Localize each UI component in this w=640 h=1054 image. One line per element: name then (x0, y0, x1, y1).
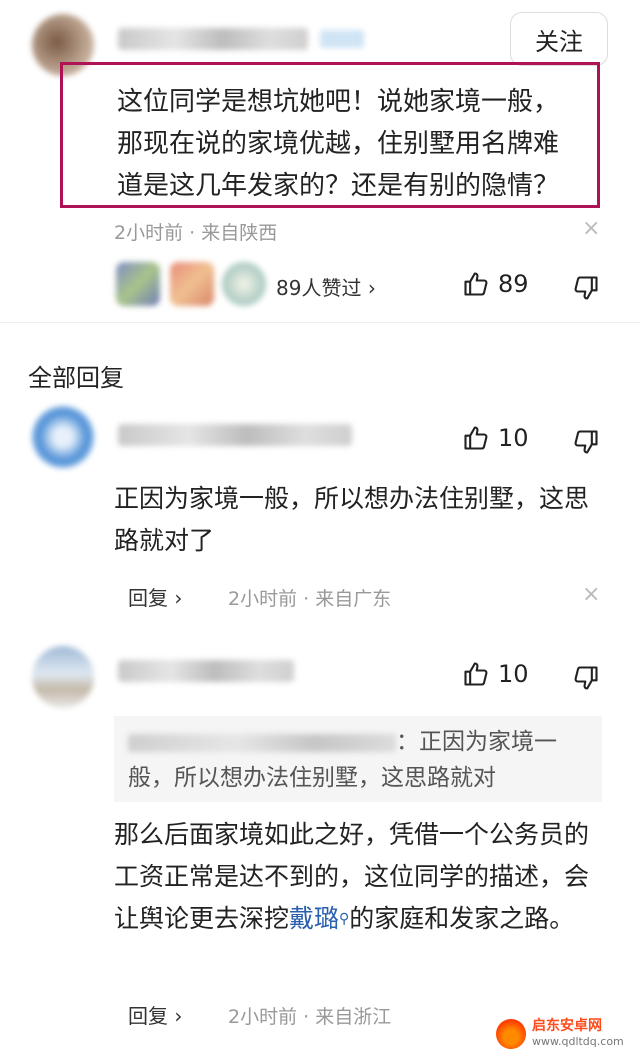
divider (0, 322, 640, 323)
thumbs-up-icon[interactable] (462, 424, 490, 452)
watermark-name: 启东安卓网 (532, 1018, 602, 1034)
reply-meta: 2小时前 · 来自浙江 (228, 1002, 391, 1029)
meta-separator: · (189, 222, 196, 244)
comment-time: 2小时前 (228, 1006, 298, 1028)
watermark-url: www.qdltdq.com (532, 1035, 624, 1048)
user-badge (320, 30, 364, 48)
reply-text-part: 的家庭和发家之路。 (349, 904, 575, 933)
comment-location: 来自浙江 (315, 1006, 392, 1028)
logo-icon (496, 1019, 526, 1049)
comment-location: 来自陕西 (201, 222, 278, 244)
follow-button[interactable]: 关注 (510, 12, 608, 66)
quoted-username (128, 733, 396, 752)
quoted-reply[interactable]: ：正因为家境一般，所以想办法住别墅，这思路就对 (114, 716, 602, 802)
reply-username[interactable] (118, 660, 294, 682)
comment-time: 2小时前 (114, 222, 184, 244)
reply-username[interactable] (118, 424, 352, 446)
thumbs-down-icon[interactable] (572, 664, 600, 692)
search-icon[interactable]: ⚲ (339, 911, 349, 927)
thumbs-up-icon[interactable] (462, 270, 490, 298)
close-icon[interactable]: × (582, 582, 600, 607)
liker-avatar[interactable] (170, 262, 214, 306)
liker-avatar[interactable] (116, 262, 160, 306)
like-count: 89 (498, 270, 529, 298)
reply-meta: 2小时前 · 来自广东 (228, 584, 391, 611)
close-icon[interactable]: × (582, 216, 600, 241)
reply-text: 正因为家境一般，所以想办法住别墅，这思路就对了 (114, 484, 590, 555)
chevron-right-icon: › (367, 276, 376, 300)
like-count: 10 (498, 424, 529, 452)
reply-button[interactable]: 回复 › (128, 582, 182, 611)
search-link[interactable]: 戴璐 (289, 904, 339, 933)
site-watermark: 启东安卓网 www.qdltdq.com (496, 1014, 640, 1054)
reply-button[interactable]: 回复 › (128, 1000, 182, 1029)
like-count: 10 (498, 660, 529, 688)
meta-separator: · (303, 588, 310, 610)
meta-separator: · (303, 1006, 310, 1028)
top-username[interactable] (118, 28, 308, 50)
thumbs-up-icon[interactable] (462, 660, 490, 688)
likers-count-text: 89人赞过 (276, 276, 362, 300)
reply-avatar[interactable] (32, 646, 94, 708)
comment-location: 来自广东 (315, 588, 392, 610)
liker-avatar[interactable] (222, 262, 266, 306)
likers-summary[interactable]: 89人赞过 › (276, 272, 376, 301)
comment-time: 2小时前 (228, 588, 298, 610)
thumbs-down-icon[interactable] (572, 428, 600, 456)
highlighted-comment-text: 这位同学是想坑她吧！说她家境一般，那现在说的家境优越，住别墅用名牌难道是这几年发… (60, 62, 600, 208)
reply-text: 那么后面家境如此之好，凭借一个公务员的工资正常是达不到的，这位同学的描述，会让舆… (114, 814, 600, 940)
thumbs-down-icon[interactable] (572, 274, 600, 302)
reply-avatar[interactable] (32, 406, 94, 468)
all-replies-heading: 全部回复 (28, 364, 124, 392)
top-comment-meta: 2小时前 · 来自陕西 (114, 218, 277, 245)
